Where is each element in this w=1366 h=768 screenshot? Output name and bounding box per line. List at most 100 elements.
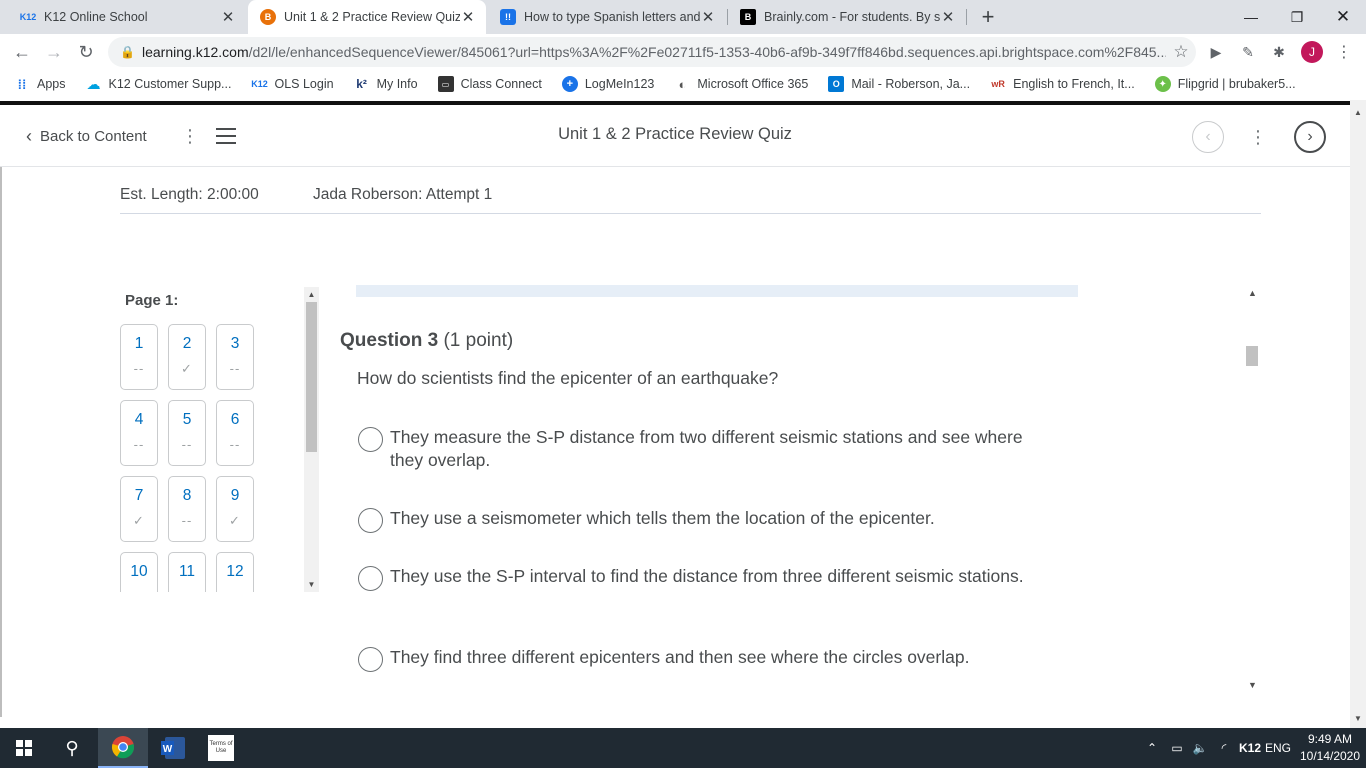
question-nav-10[interactable]: 10 bbox=[120, 552, 158, 592]
clock-date: 10/14/2020 bbox=[1299, 749, 1361, 763]
question-nav-12[interactable]: 12 bbox=[216, 552, 254, 592]
question-nav-number: 10 bbox=[130, 563, 148, 580]
next-topic-button[interactable]: › bbox=[1294, 121, 1326, 153]
profile-avatar[interactable]: J bbox=[1301, 41, 1323, 63]
question-nav-1[interactable]: 1 -- bbox=[120, 324, 158, 390]
tab-practice-review-quiz[interactable]: B Unit 1 & 2 Practice Review Quiz ✕ bbox=[248, 0, 486, 34]
close-window-icon[interactable]: ✕ bbox=[1320, 0, 1366, 34]
search-icon[interactable]: ⚲ bbox=[48, 728, 96, 768]
minimize-icon[interactable]: — bbox=[1228, 0, 1274, 34]
question-nav-status: -- bbox=[229, 437, 241, 452]
scroll-up-arrow-icon[interactable]: ▲ bbox=[1244, 285, 1261, 301]
k12-tray-label[interactable]: K12 bbox=[1238, 728, 1262, 768]
new-tab-plus-icon[interactable]: + bbox=[976, 4, 1000, 29]
question-nav-8[interactable]: 8 -- bbox=[168, 476, 206, 542]
media-extension-icon[interactable]: ▶ bbox=[1205, 41, 1227, 63]
scroll-up-arrow-icon[interactable]: ▲ bbox=[304, 287, 319, 301]
page-title: Unit 1 & 2 Practice Review Quiz bbox=[558, 125, 792, 143]
chevron-left-icon: ‹ bbox=[1205, 128, 1211, 145]
back-arrow-icon[interactable]: ← bbox=[8, 38, 36, 66]
bookmark-ols-login[interactable]: K12 OLS Login bbox=[251, 76, 333, 92]
reload-icon[interactable]: ↻ bbox=[72, 38, 100, 66]
volume-icon[interactable]: 🔈 bbox=[1191, 728, 1209, 768]
bookmark-english-to-french[interactable]: wR English to French, It... bbox=[990, 76, 1134, 92]
address-bar[interactable]: 🔒 learning.k12.com/d2l/le/enhancedSequen… bbox=[108, 37, 1196, 67]
close-tab-icon[interactable]: ✕ bbox=[220, 9, 236, 26]
answer-option-1[interactable]: They measure the S-P distance from two d… bbox=[358, 426, 1058, 472]
word-taskbar-icon[interactable]: W bbox=[150, 728, 196, 768]
k12-favicon-icon: K12 bbox=[19, 12, 37, 22]
terms-of-use-taskbar-icon[interactable]: Terms of Use bbox=[198, 728, 244, 768]
bookmarks-bar: ⁞⁞ Apps ☁ K12 Customer Supp... K12 OLS L… bbox=[0, 70, 1366, 98]
answer-option-label[interactable]: They find three different epicenters and… bbox=[390, 646, 969, 669]
tab-brainly[interactable]: B Brainly.com - For students. By stu ✕ bbox=[728, 0, 966, 34]
question-nav-6[interactable]: 6 -- bbox=[216, 400, 254, 466]
chevron-right-icon: › bbox=[1307, 128, 1313, 145]
answer-option-label[interactable]: They use the S-P interval to find the di… bbox=[390, 565, 1024, 588]
answer-option-label[interactable]: They use a seismometer which tells them … bbox=[390, 507, 935, 530]
question-nav-5[interactable]: 5 -- bbox=[168, 400, 206, 466]
radio-button[interactable] bbox=[358, 647, 383, 672]
bookmark-k12-customer-support[interactable]: ☁ K12 Customer Supp... bbox=[86, 76, 232, 92]
question-nav-4[interactable]: 4 -- bbox=[120, 400, 158, 466]
bookmark-logmein123[interactable]: + LogMeIn123 bbox=[561, 76, 654, 92]
battery-icon[interactable]: ▭ bbox=[1168, 728, 1186, 768]
brainly-favicon-icon: B bbox=[740, 9, 756, 25]
windows-start-icon[interactable] bbox=[0, 728, 48, 768]
question-scrollbar[interactable]: ▲ ▼ bbox=[1244, 285, 1261, 693]
tab-spanish-letters[interactable]: !! How to type Spanish letters and ✕ bbox=[488, 0, 726, 34]
close-tab-icon[interactable]: ✕ bbox=[460, 9, 476, 26]
bookmark-star-icon[interactable]: ☆ bbox=[1166, 42, 1196, 62]
bookmark-apps[interactable]: ⁞⁞ Apps bbox=[14, 76, 66, 92]
chrome-taskbar-icon[interactable] bbox=[98, 728, 148, 768]
close-tab-icon[interactable]: ✕ bbox=[940, 9, 956, 26]
question-nav-2[interactable]: 2 ✓ bbox=[168, 324, 206, 390]
tab-k12-online-school[interactable]: K12 K12 Online School ✕ bbox=[8, 0, 246, 34]
apps-grid-icon: ⁞⁞ bbox=[17, 76, 27, 92]
tray-expand-icon[interactable]: ⌃ bbox=[1144, 728, 1160, 768]
terms-of-use-label: Terms of Use bbox=[208, 735, 234, 761]
system-clock[interactable]: 9:49 AM 10/14/2020 bbox=[1298, 731, 1362, 765]
browser-menu-icon[interactable]: ⋮ bbox=[1334, 40, 1354, 64]
question-navigator-scrollbar[interactable]: ▲ ▼ bbox=[304, 287, 319, 592]
bookmark-my-info[interactable]: k² My Info bbox=[354, 76, 417, 92]
page-scrollbar[interactable]: ▲ ▼ bbox=[1350, 100, 1366, 728]
answer-option-2[interactable]: They use a seismometer which tells them … bbox=[358, 507, 1058, 533]
radio-button[interactable] bbox=[358, 508, 383, 533]
scroll-down-arrow-icon[interactable]: ▼ bbox=[1350, 710, 1366, 726]
bookmark-flipgrid[interactable]: ✦ Flipgrid | brubaker5... bbox=[1154, 76, 1296, 92]
wifi-icon[interactable]: ◜ bbox=[1215, 728, 1233, 768]
bookmark-mail[interactable]: O Mail - Roberson, Ja... bbox=[828, 76, 970, 92]
question-nav-11[interactable]: 11 bbox=[168, 552, 206, 592]
checkmark-icon: ✓ bbox=[133, 513, 145, 528]
bookmark-class-connect[interactable]: ▭ Class Connect bbox=[437, 76, 542, 92]
pen-extension-icon[interactable]: ✎ bbox=[1237, 41, 1259, 63]
question-heading: Question 3 (1 point) bbox=[340, 330, 513, 352]
question-nav-3[interactable]: 3 -- bbox=[216, 324, 254, 390]
forward-arrow-icon[interactable]: → bbox=[40, 38, 68, 66]
close-tab-icon[interactable]: ✕ bbox=[700, 9, 716, 26]
scroll-down-arrow-icon[interactable]: ▼ bbox=[304, 577, 319, 591]
radio-button[interactable] bbox=[358, 566, 383, 591]
extensions-puzzle-icon[interactable]: ✱ bbox=[1268, 41, 1290, 63]
question-nav-7[interactable]: 7 ✓ bbox=[120, 476, 158, 542]
radio-button[interactable] bbox=[358, 427, 383, 452]
restore-icon[interactable]: ❐ bbox=[1274, 0, 1320, 34]
language-indicator[interactable]: ENG bbox=[1264, 728, 1292, 768]
answer-option-label[interactable]: They measure the S-P distance from two d… bbox=[390, 426, 1058, 472]
scrollbar-thumb[interactable] bbox=[1246, 346, 1258, 366]
bookmark-microsoft-office-365[interactable]: ◐ Microsoft Office 365 bbox=[674, 76, 808, 92]
scroll-up-arrow-icon[interactable]: ▲ bbox=[1350, 104, 1366, 120]
bookmark-label: Class Connect bbox=[460, 77, 542, 91]
answer-option-3[interactable]: They use the S-P interval to find the di… bbox=[358, 565, 1058, 591]
scrollbar-thumb[interactable] bbox=[306, 302, 317, 452]
scroll-down-arrow-icon[interactable]: ▼ bbox=[1244, 677, 1261, 693]
answer-option-4[interactable]: They find three different epicenters and… bbox=[358, 646, 1078, 672]
bookmark-label: Flipgrid | brubaker5... bbox=[1177, 77, 1296, 91]
url-text: learning.k12.com/d2l/le/enhancedSequence… bbox=[142, 44, 1166, 60]
bookmark-label: Microsoft Office 365 bbox=[697, 77, 809, 91]
tab-title: K12 Online School bbox=[44, 10, 148, 24]
question-nav-9[interactable]: 9 ✓ bbox=[216, 476, 254, 542]
question-nav-status: -- bbox=[133, 437, 145, 452]
previous-topic-button[interactable]: ‹ bbox=[1192, 121, 1224, 153]
